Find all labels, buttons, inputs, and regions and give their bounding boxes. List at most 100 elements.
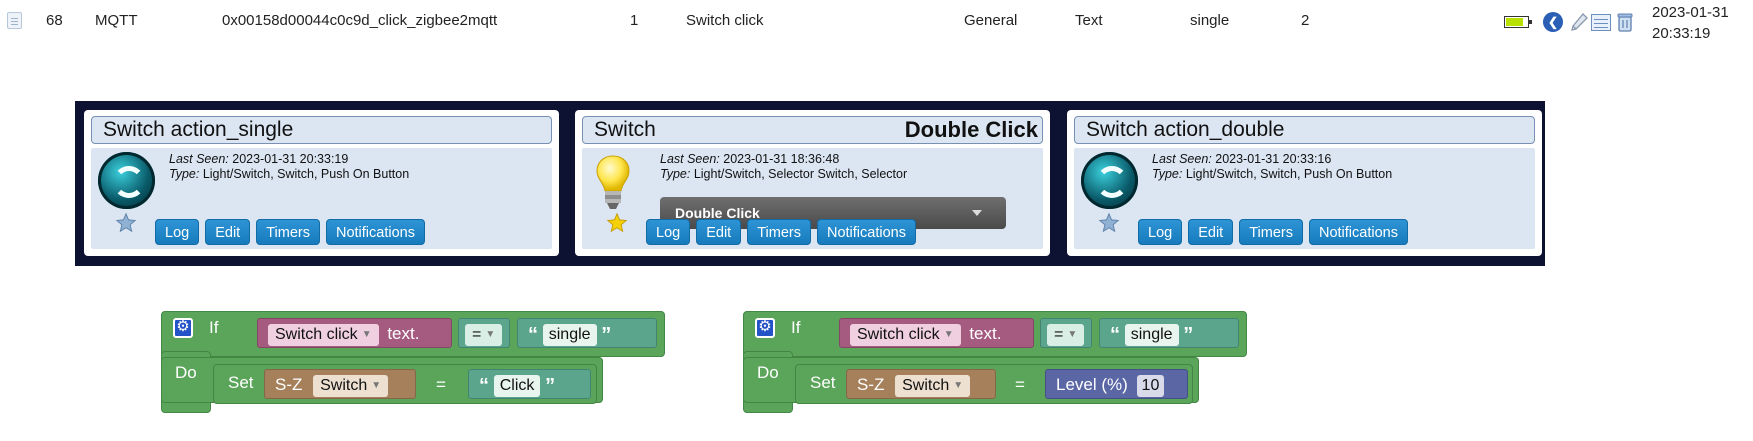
doc-icon[interactable] xyxy=(7,12,22,29)
edit-button[interactable]: Edit xyxy=(1188,219,1234,245)
device-card-switch-action-single: Switch action_single Last Seen: 2023-01-… xyxy=(84,110,559,256)
level-block[interactable]: Level (%) 10 xyxy=(1045,369,1188,399)
notifications-button[interactable]: Notifications xyxy=(325,219,425,245)
idx-cell: 68 xyxy=(46,12,63,29)
card-body: Last Seen: 2023-01-31 20:33:16 Type: Lig… xyxy=(1074,148,1535,249)
pencil-icon[interactable] xyxy=(1569,12,1589,32)
set-value[interactable]: Click xyxy=(493,375,541,397)
switch-icon[interactable] xyxy=(98,152,155,209)
do-label: Do xyxy=(175,363,197,382)
operator-dropdown[interactable]: = ▼ xyxy=(465,324,503,346)
card-title: Switch action_double xyxy=(1074,116,1535,144)
device-id-cell: 0x00158d00044c0c9d_click_zigbee2mqtt xyxy=(222,12,498,29)
gear-icon[interactable] xyxy=(173,317,193,338)
timers-button[interactable]: Timers xyxy=(747,219,811,245)
level-label: Level (%) xyxy=(1056,375,1128,394)
signal-cell: 2 xyxy=(1301,12,1310,29)
notifications-button[interactable]: Notifications xyxy=(816,219,916,245)
chevron-down-icon: ▼ xyxy=(953,380,964,391)
card-title: Switch action_single xyxy=(91,116,552,144)
name-cell: Switch click xyxy=(686,12,764,29)
target-device-dropdown[interactable]: Switch ▼ xyxy=(313,375,389,397)
device-dropdown[interactable]: Switch click ▼ xyxy=(850,324,961,346)
unit-cell: 1 xyxy=(630,12,639,29)
device-card-switch-action-double: Switch action_double Last Seen: 2023-01-… xyxy=(1067,110,1542,256)
property-label: text. xyxy=(969,324,1002,343)
battery-icon xyxy=(1504,16,1532,28)
notifications-button[interactable]: Notifications xyxy=(1308,219,1408,245)
favorite-star-icon[interactable] xyxy=(606,212,628,234)
device-panel: Switch action_single Last Seen: 2023-01-… xyxy=(75,101,1545,266)
card-body: Last Seen: 2023-01-31 18:36:48 Type: Lig… xyxy=(582,148,1043,249)
chevron-down-icon: ▼ xyxy=(943,329,954,340)
card-title: Switch Double Click xyxy=(582,116,1043,144)
favorite-star-icon[interactable] xyxy=(115,212,137,234)
timers-button[interactable]: Timers xyxy=(1239,219,1303,245)
card-status: Double Click xyxy=(904,117,1038,142)
set-label: Set xyxy=(810,373,836,392)
operator-dropdown[interactable]: = ▼ xyxy=(1047,324,1085,346)
device-card-switch: Switch Double Click Last Seen: 2023-01-3… xyxy=(575,110,1050,256)
text-block[interactable]: “ single ” xyxy=(517,318,657,348)
last-seen-value: 2023-01-31 20:33:16 xyxy=(1215,152,1332,166)
device-info: Last Seen: 2023-01-31 20:33:16 Type: Lig… xyxy=(1152,152,1393,181)
level-value[interactable]: 10 xyxy=(1136,375,1165,397)
edit-button[interactable]: Edit xyxy=(696,219,742,245)
type-value: Light/Switch, Switch, Push On Button xyxy=(1185,167,1393,181)
if-label: If xyxy=(209,318,219,337)
gear-icon[interactable] xyxy=(755,317,775,338)
card-actions: Log Edit Timers Notifications xyxy=(1138,219,1408,245)
assign-label: = xyxy=(1015,375,1025,394)
device-block[interactable]: Switch click ▼ text. xyxy=(839,318,1034,348)
operator-block[interactable]: = ▼ xyxy=(1040,318,1092,348)
do-label: Do xyxy=(757,363,779,382)
device-info: Last Seen: 2023-01-31 18:36:48 Type: Lig… xyxy=(660,152,908,181)
log-button[interactable]: Log xyxy=(646,219,691,245)
compare-value[interactable]: single xyxy=(1124,324,1179,346)
timers-button[interactable]: Timers xyxy=(256,219,320,245)
target-group-label: S-Z xyxy=(857,375,885,394)
chevron-down-icon: ▼ xyxy=(361,329,372,340)
last-seen-value: 2023-01-31 18:36:48 xyxy=(723,152,840,166)
type-value: Light/Switch, Switch, Push On Button xyxy=(202,167,410,181)
target-device-dropdown[interactable]: Switch ▼ xyxy=(895,375,971,397)
switch-icon[interactable] xyxy=(1081,152,1138,209)
last-update: 2023-01-31 20:33:19 xyxy=(1652,4,1729,42)
text-block[interactable]: “ single ” xyxy=(1099,318,1239,348)
last-seen-value: 2023-01-31 20:33:19 xyxy=(232,152,349,166)
log-button[interactable]: Log xyxy=(155,219,200,245)
chevron-down-icon: ▼ xyxy=(371,380,382,391)
operator-block[interactable]: = ▼ xyxy=(458,318,510,348)
trash-icon[interactable] xyxy=(1615,12,1635,32)
log-button[interactable]: Log xyxy=(1138,219,1183,245)
chevron-down-icon: ▼ xyxy=(1067,329,1078,340)
back-arrow-icon[interactable]: ❮ xyxy=(1543,12,1563,32)
card-body: Last Seen: 2023-01-31 20:33:19 Type: Lig… xyxy=(91,148,552,249)
subtype-cell: Text xyxy=(1075,12,1103,29)
assign-label: = xyxy=(436,375,446,394)
value-block[interactable]: “ Click ” xyxy=(468,369,591,399)
device-table-row: 68 MQTT 0x00158d00044c0c9d_click_zigbee2… xyxy=(0,0,1753,44)
device-dropdown[interactable]: Switch click ▼ xyxy=(268,324,379,346)
target-device-block[interactable]: S-Z Switch ▼ xyxy=(264,369,416,399)
property-label: text. xyxy=(387,324,420,343)
favorite-star-icon[interactable] xyxy=(1098,212,1120,234)
battery-level-fill xyxy=(1506,18,1523,26)
target-device-block[interactable]: S-Z Switch ▼ xyxy=(846,369,996,399)
card-actions: Log Edit Timers Notifications xyxy=(646,219,916,245)
card-actions: Log Edit Timers Notifications xyxy=(155,219,425,245)
compare-value[interactable]: single xyxy=(542,324,597,346)
device-block[interactable]: Switch click ▼ text. xyxy=(257,318,452,348)
if-label: If xyxy=(791,318,801,337)
blockly-script-1[interactable]: If Do Switch click▼ text. =▼ “ single ” … xyxy=(161,311,671,421)
blockly-script-2[interactable]: If Do Switch click▼ text. =▼ “ single ” … xyxy=(743,311,1253,421)
bulb-icon[interactable] xyxy=(594,154,632,212)
table-icon[interactable] xyxy=(1591,14,1611,31)
device-info: Last Seen: 2023-01-31 20:33:19 Type: Lig… xyxy=(169,152,410,181)
edit-button[interactable]: Edit xyxy=(205,219,251,245)
chevron-down-icon: ▼ xyxy=(485,329,496,340)
type-value: Light/Switch, Selector Switch, Selector xyxy=(693,167,908,181)
hardware-cell: MQTT xyxy=(95,12,138,29)
set-label: Set xyxy=(228,373,254,392)
type-cell: General xyxy=(964,12,1018,29)
